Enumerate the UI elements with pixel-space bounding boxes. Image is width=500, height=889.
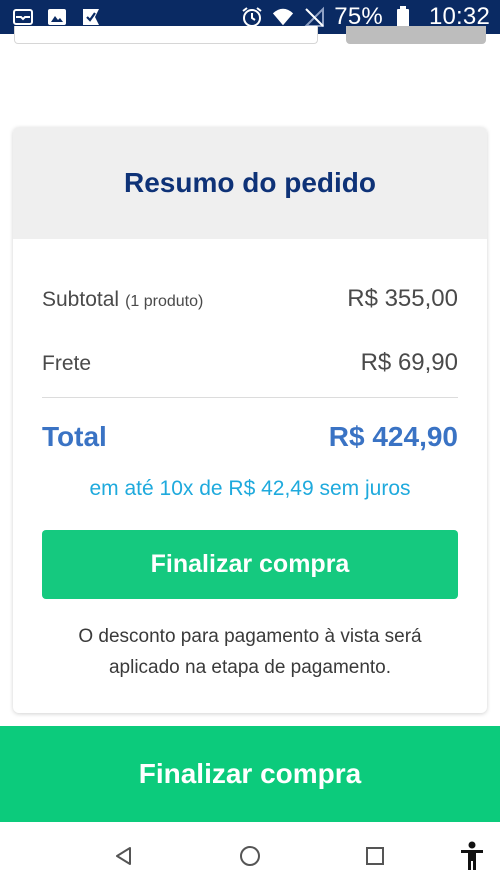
- order-summary-title: Resumo do pedido: [124, 167, 376, 198]
- sticky-finalize-purchase-button[interactable]: Finalizar compra: [0, 726, 500, 822]
- shipping-value: R$ 69,90: [360, 349, 458, 376]
- no-signal-icon: [303, 6, 325, 28]
- subtotal-label: Subtotal: [42, 288, 120, 311]
- coupon-input-partial[interactable]: [14, 26, 318, 44]
- android-nav-bar: [0, 822, 500, 889]
- shipping-label: Frete: [42, 352, 92, 375]
- image-icon: [46, 6, 68, 28]
- check-flag-icon: [80, 6, 102, 28]
- discount-note: O desconto para pagamento à vista será a…: [78, 626, 422, 678]
- installments-info: em até 10x de R$ 42,49 sem juros: [89, 477, 411, 500]
- subtotal-value: R$ 355,00: [347, 285, 458, 312]
- coupon-button-partial[interactable]: [346, 26, 486, 44]
- accessibility-icon[interactable]: [456, 840, 488, 872]
- order-summary-header: Resumo do pedido: [13, 127, 487, 239]
- shipping-row: Frete R$ 69,90: [42, 349, 458, 377]
- mail-icon: [12, 6, 34, 28]
- status-bar-left: [12, 6, 102, 28]
- subtotal-label-group: Subtotal (1 produto): [42, 288, 203, 312]
- subtotal-row: Subtotal (1 produto) R$ 355,00: [42, 285, 458, 313]
- total-label: Total: [42, 421, 107, 452]
- home-icon[interactable]: [234, 840, 266, 872]
- subtotal-quantity: (1 produto): [125, 293, 204, 310]
- total-value: R$ 424,90: [328, 421, 458, 452]
- finalize-purchase-button[interactable]: Finalizar compra: [42, 530, 458, 599]
- summary-divider: [42, 397, 458, 398]
- recents-icon[interactable]: [359, 840, 391, 872]
- alarm-icon: [241, 6, 263, 28]
- wifi-icon: [272, 6, 294, 28]
- back-icon[interactable]: [108, 840, 140, 872]
- battery-icon: [392, 6, 414, 28]
- order-summary-card: Resumo do pedido Subtotal (1 produto) R$ …: [13, 127, 487, 713]
- total-row: Total R$ 424,90: [42, 421, 458, 453]
